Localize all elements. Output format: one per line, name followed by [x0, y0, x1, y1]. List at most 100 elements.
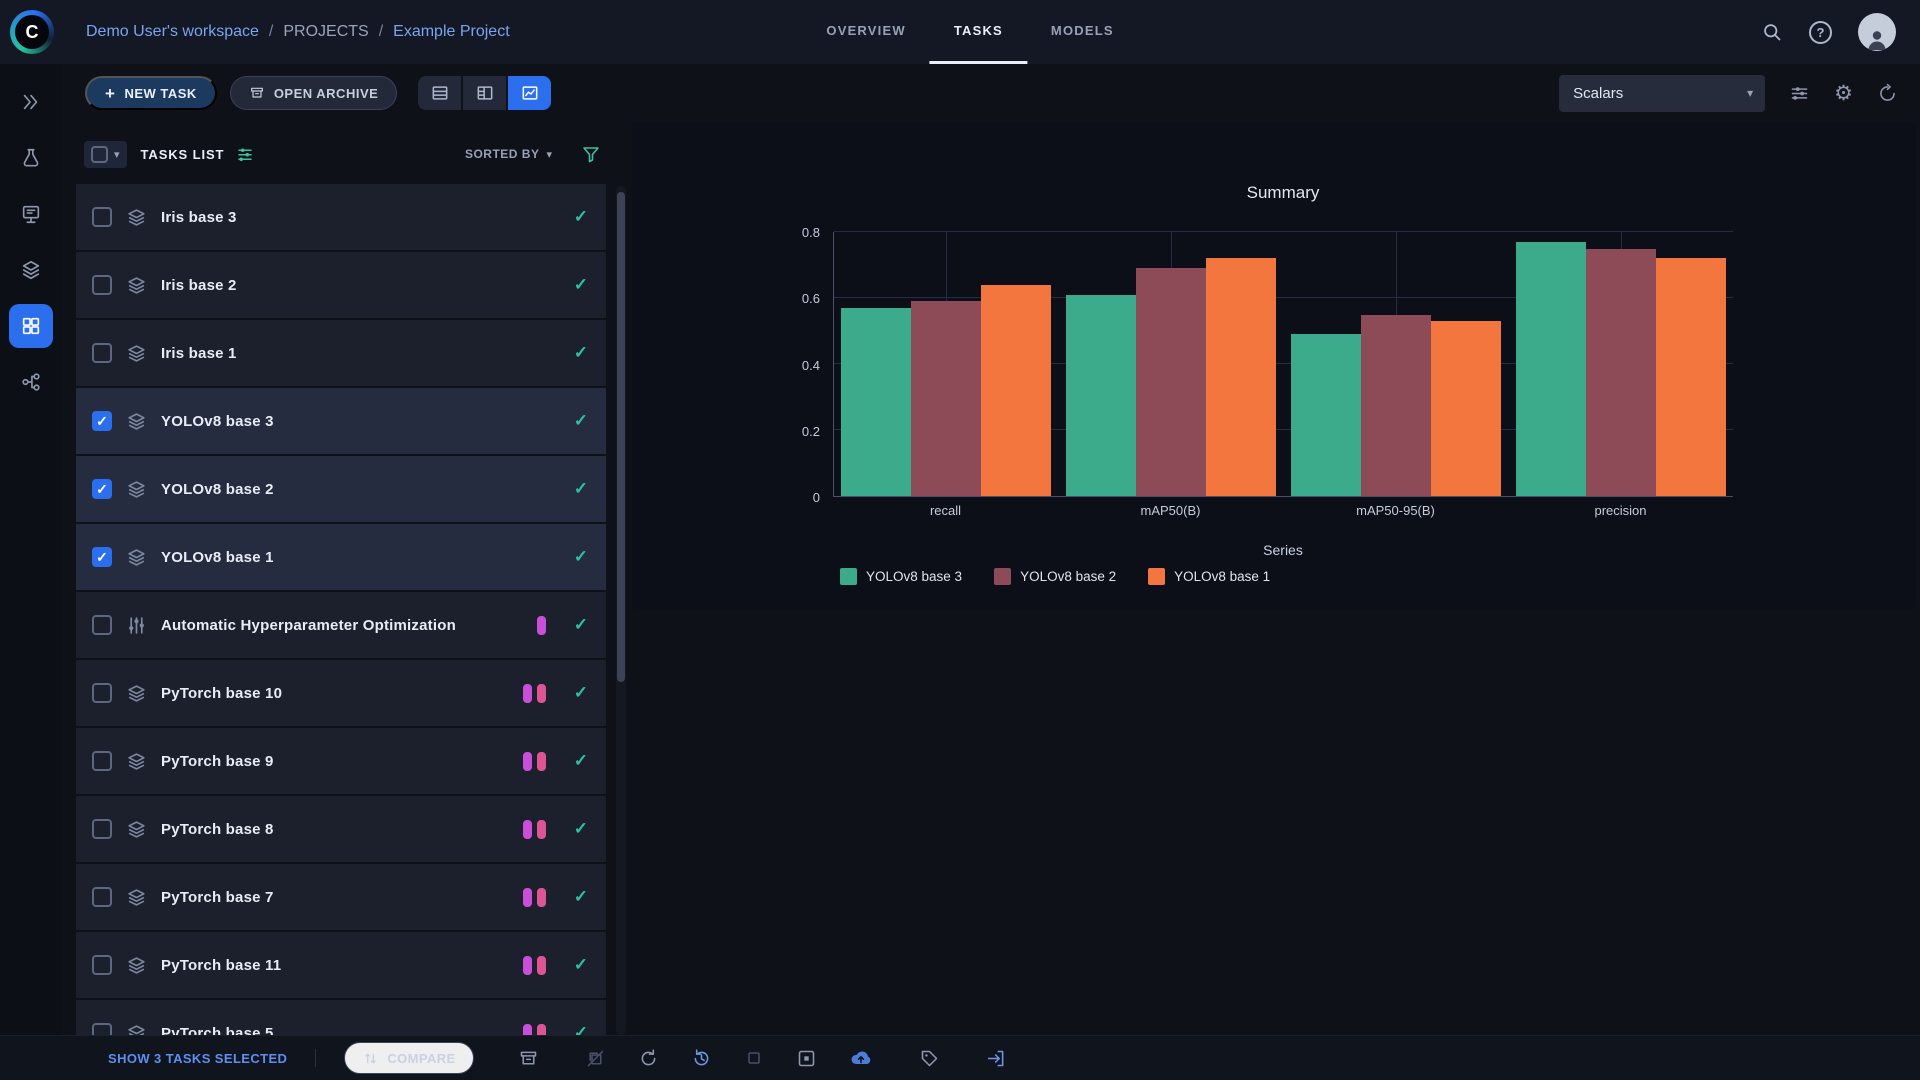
task-checkbox[interactable]	[92, 751, 112, 771]
task-checkbox[interactable]	[92, 887, 112, 907]
task-row[interactable]: PyTorch base 8 ✓	[76, 796, 606, 862]
task-row[interactable]: Iris base 3 ✓	[76, 184, 606, 250]
legend-item[interactable]: YOLOv8 base 3	[840, 568, 962, 585]
sidebar-item-applications[interactable]	[9, 304, 53, 348]
clone-button[interactable]	[585, 1048, 606, 1069]
tasks-scrollbar[interactable]	[616, 186, 626, 1035]
legend-label: YOLOv8 base 1	[1174, 569, 1270, 584]
tune-icon[interactable]	[1789, 83, 1810, 104]
task-row[interactable]: PyTorch base 5 ✓	[76, 1000, 606, 1035]
legend-item[interactable]: YOLOv8 base 2	[994, 568, 1116, 585]
select-all-chip[interactable]: ▾	[84, 141, 127, 168]
task-checkbox[interactable]	[92, 615, 112, 635]
split-view-button[interactable]	[463, 76, 506, 110]
clone-icon	[585, 1048, 606, 1069]
open-archive-button[interactable]: OPEN ARCHIVE	[230, 76, 397, 110]
task-row[interactable]: ✓ YOLOv8 base 1 ✓	[76, 524, 606, 590]
filter-settings-icon[interactable]	[236, 145, 254, 163]
table-view-button[interactable]	[418, 76, 461, 110]
task-type-icon	[127, 820, 146, 839]
breadcrumb-projects[interactable]: PROJECTS	[283, 23, 368, 41]
x-tick-label: precision	[1508, 503, 1733, 518]
y-tick-label: 0.8	[632, 225, 820, 240]
bar	[1431, 321, 1501, 496]
tab-models[interactable]: MODELS	[1027, 0, 1138, 64]
compare-label: COMPARE	[387, 1051, 455, 1066]
task-status-icon: ✓	[574, 751, 588, 771]
chart-view-icon	[520, 83, 540, 103]
select-all-checkbox[interactable]	[91, 146, 108, 163]
search-icon[interactable]	[1762, 22, 1783, 43]
task-checkbox[interactable]	[92, 819, 112, 839]
task-checkbox[interactable]: ✓	[92, 547, 112, 567]
sidebar-item-datasets[interactable]	[9, 192, 53, 236]
tasks-panel: ▾ TASKS LIST SORTED BY ▾	[61, 122, 627, 1035]
task-checkbox[interactable]: ✓	[92, 411, 112, 431]
avatar[interactable]	[1858, 13, 1896, 51]
legend-item[interactable]: YOLOv8 base 1	[1148, 568, 1270, 585]
sidebar-item-projects[interactable]	[9, 136, 53, 180]
tab-tasks[interactable]: TASKS	[930, 0, 1027, 64]
task-row[interactable]: PyTorch base 11 ✓	[76, 932, 606, 998]
task-checkbox[interactable]	[92, 955, 112, 975]
y-tick-label: 0.6	[632, 291, 820, 306]
sidebar-item-getting-started[interactable]	[9, 80, 53, 124]
chart-title: Summary	[833, 183, 1733, 203]
move-to-project-button[interactable]	[986, 1048, 1007, 1069]
sidebar-item-pipelines[interactable]	[9, 360, 53, 404]
tasks-list: Iris base 3 ✓ Iris base 2 ✓ Iris base 1 …	[76, 184, 606, 1035]
breadcrumb-project[interactable]: Example Project	[393, 23, 510, 41]
task-checkbox[interactable]	[92, 343, 112, 363]
task-row[interactable]: Automatic Hyperparameter Optimization ✓	[76, 592, 606, 658]
help-icon[interactable]: ?	[1809, 21, 1832, 44]
compare-button[interactable]: COMPARE	[344, 1042, 473, 1074]
pipelines-icon	[20, 371, 42, 393]
gear-icon[interactable]: ⚙	[1834, 83, 1853, 104]
task-checkbox[interactable]	[92, 207, 112, 227]
breadcrumb-workspace[interactable]: Demo User's workspace	[86, 23, 259, 41]
chart-view-button[interactable]	[508, 76, 551, 110]
reset-button[interactable]	[638, 1048, 659, 1069]
abort-button[interactable]	[744, 1048, 764, 1068]
sorted-by-dropdown[interactable]: SORTED BY ▾	[465, 147, 552, 161]
task-row[interactable]: ✓ YOLOv8 base 3 ✓	[76, 388, 606, 454]
task-row[interactable]: PyTorch base 10 ✓	[76, 660, 606, 726]
task-name: PyTorch base 7	[161, 889, 274, 906]
y-axis-labels: 00.20.40.60.8	[632, 232, 820, 497]
scrollbar-thumb[interactable]	[617, 192, 625, 682]
task-checkbox[interactable]	[92, 1023, 112, 1035]
sidebar-item-models[interactable]	[9, 248, 53, 292]
task-row[interactable]: Iris base 2 ✓	[76, 252, 606, 318]
history-button[interactable]	[691, 1048, 712, 1069]
filter-funnel-icon[interactable]	[582, 145, 600, 163]
task-row[interactable]: ✓ YOLOv8 base 2 ✓	[76, 456, 606, 522]
frame-button[interactable]	[796, 1048, 817, 1069]
tab-overview[interactable]: OVERVIEW	[802, 0, 929, 64]
clearml-logo[interactable]: C	[10, 10, 54, 54]
tags-button[interactable]	[919, 1048, 940, 1069]
new-task-button[interactable]: + NEW TASK	[85, 76, 217, 110]
task-tags	[523, 888, 546, 907]
bar	[1516, 242, 1586, 496]
y-tick-label: 0.2	[632, 424, 820, 439]
task-checkbox[interactable]	[92, 683, 112, 703]
publish-button[interactable]	[849, 1046, 873, 1070]
task-row[interactable]: PyTorch base 9 ✓	[76, 728, 606, 794]
archive-button[interactable]	[518, 1048, 539, 1069]
auto-refresh-icon[interactable]	[1877, 83, 1898, 104]
breadcrumb-separator: /	[379, 23, 383, 41]
task-checkbox[interactable]	[92, 275, 112, 295]
task-row[interactable]: Iris base 1 ✓	[76, 320, 606, 386]
task-row[interactable]: PyTorch base 7 ✓	[76, 864, 606, 930]
legend-swatch	[994, 568, 1011, 585]
task-checkbox[interactable]: ✓	[92, 479, 112, 499]
reset-icon	[638, 1048, 659, 1069]
checkbox-check: ✓	[96, 482, 108, 496]
task-tags	[523, 956, 546, 975]
bar	[1066, 295, 1136, 496]
show-selected-button[interactable]: SHOW 3 TASKS SELECTED	[108, 1051, 287, 1066]
metric-select[interactable]: Scalars ▾	[1559, 75, 1765, 112]
task-tags	[523, 752, 546, 771]
tag-pill	[523, 752, 532, 771]
stop-icon	[744, 1048, 764, 1068]
